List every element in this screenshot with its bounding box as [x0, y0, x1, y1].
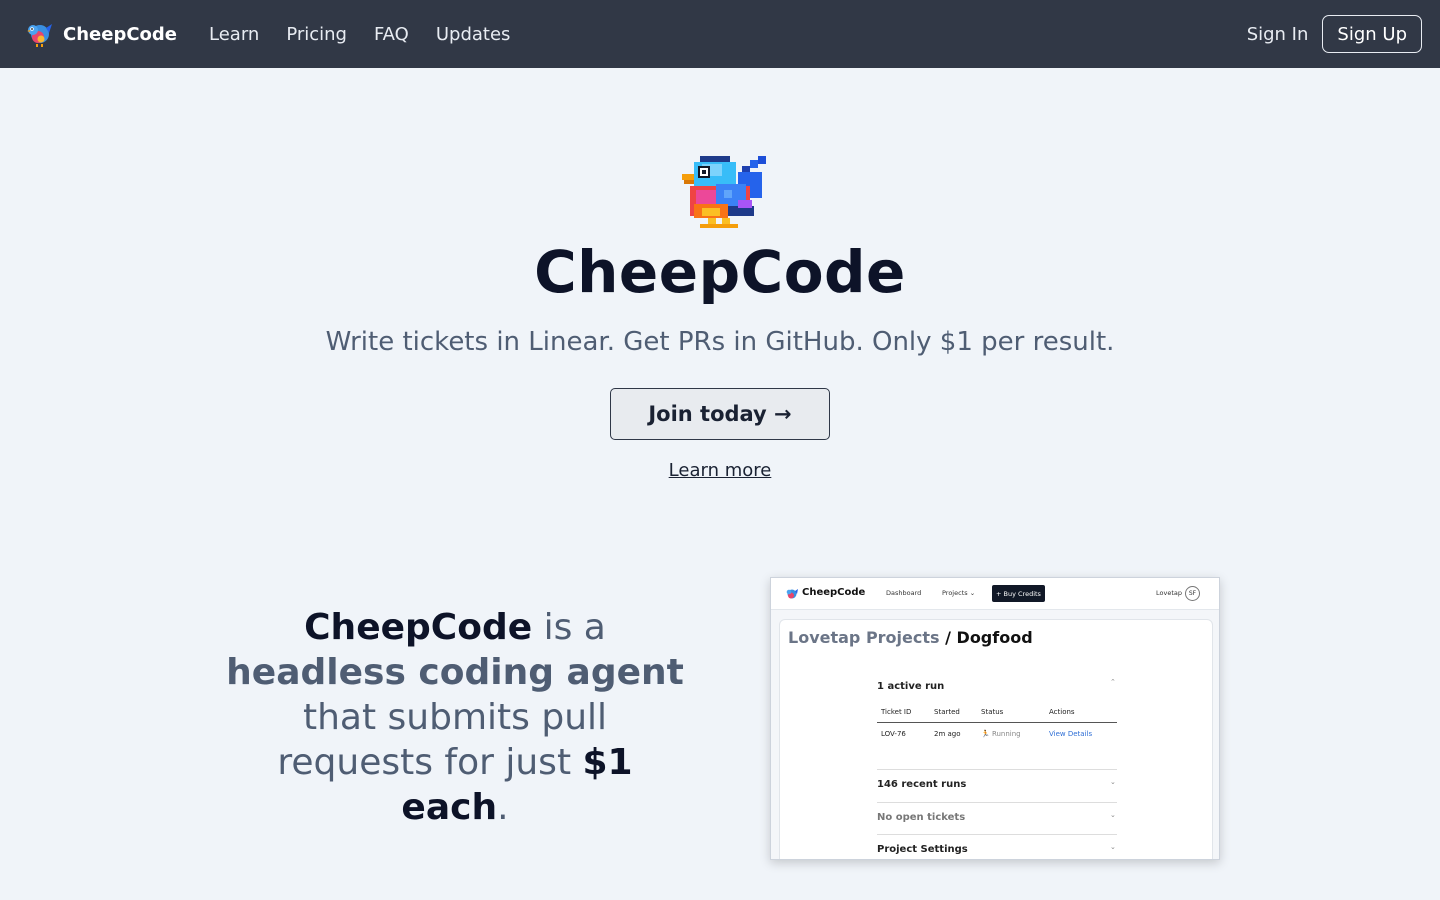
screenshot-divider-2: [877, 802, 1117, 803]
nav-link-pricing[interactable]: Pricing: [286, 24, 347, 45]
tagline-text-2: that submits pull requests for just: [277, 697, 608, 783]
hero-title: CheepCode: [534, 238, 906, 306]
screenshot-row-action: View Details: [1049, 730, 1093, 738]
nav-link-learn[interactable]: Learn: [209, 24, 259, 45]
screenshot-recent-runs-title: 146 recent runs: [877, 779, 967, 790]
brand-name: CheepCode: [63, 23, 177, 45]
screenshot-buy-credits: + Buy Credits: [992, 585, 1045, 602]
screenshot-col-status: Status: [981, 708, 1004, 716]
tagline-text-3: .: [497, 787, 509, 828]
nav-link-faq[interactable]: FAQ: [374, 24, 409, 45]
screenshot-settings-title: Project Settings: [877, 844, 968, 855]
screenshot-col-actions: Actions: [1049, 708, 1075, 716]
screenshot-crumb-sep: /: [939, 628, 957, 647]
sign-in-link[interactable]: Sign In: [1247, 24, 1309, 45]
screenshot-avatar: SF: [1185, 586, 1200, 601]
tagline-text-1: is a: [532, 607, 606, 648]
auth-actions: Sign In Sign Up: [1247, 15, 1422, 53]
chevron-down-icon: ⌄: [1110, 811, 1116, 819]
screenshot-nav-dashboard: Dashboard: [886, 589, 922, 597]
bird-logo-icon: [27, 24, 52, 47]
screenshot-table-header-divider: [877, 722, 1117, 723]
screenshot-project-panel: Lovetap Projects / Dogfood 1 active run …: [779, 619, 1213, 859]
screenshot-active-runs-title: 1 active run: [877, 681, 945, 692]
tagline-highlight-agent: headless coding agent: [226, 652, 684, 693]
join-today-button[interactable]: Join today →: [610, 388, 830, 440]
screenshot-col-ticket: Ticket ID: [881, 708, 912, 716]
product-screenshot: CheepCode Dashboard Projects ⌄ + Buy Cre…: [770, 577, 1220, 860]
screenshot-user-name: Lovetap: [1156, 589, 1182, 597]
screenshot-divider-3: [877, 834, 1117, 835]
screenshot-bird-logo-icon: [786, 589, 798, 599]
screenshot-brand: CheepCode: [802, 587, 866, 598]
screenshot-divider-1: [877, 769, 1117, 770]
screenshot-row-ticket: LOV-76: [881, 730, 906, 738]
screenshot-nav-projects: Projects ⌄: [942, 589, 976, 597]
chevron-up-icon: ⌃: [1110, 678, 1116, 686]
screenshot-row-status: 🏃 Running: [981, 730, 1021, 738]
brand-home-link[interactable]: CheepCode: [24, 19, 177, 49]
screenshot-row-started: 2m ago: [934, 730, 961, 738]
screenshot-navbar: CheepCode Dashboard Projects ⌄ + Buy Cre…: [771, 578, 1219, 610]
hero-subtitle: Write tickets in Linear. Get PRs in GitH…: [325, 327, 1115, 357]
learn-more-link[interactable]: Learn more: [0, 460, 1440, 481]
tagline-brand: CheepCode: [304, 607, 533, 648]
screenshot-crumb-parent: Lovetap Projects: [788, 628, 940, 647]
nav-links: Learn Pricing FAQ Updates: [209, 24, 537, 45]
sign-up-button[interactable]: Sign Up: [1322, 15, 1422, 53]
top-navbar: CheepCode Learn Pricing FAQ Updates Sign…: [0, 0, 1440, 68]
tagline: CheepCode is a headless coding agent tha…: [225, 605, 685, 830]
screenshot-col-started: Started: [934, 708, 960, 716]
chevron-down-icon: ⌄: [1110, 843, 1116, 851]
hero-bird-logo-icon: [682, 156, 766, 228]
nav-link-updates[interactable]: Updates: [436, 24, 511, 45]
screenshot-crumb-current: Dogfood: [956, 628, 1033, 647]
screenshot-breadcrumb: Lovetap Projects / Dogfood: [788, 628, 1033, 647]
chevron-down-icon: ⌄: [1110, 778, 1116, 786]
screenshot-open-tickets-title: No open tickets: [877, 812, 966, 823]
